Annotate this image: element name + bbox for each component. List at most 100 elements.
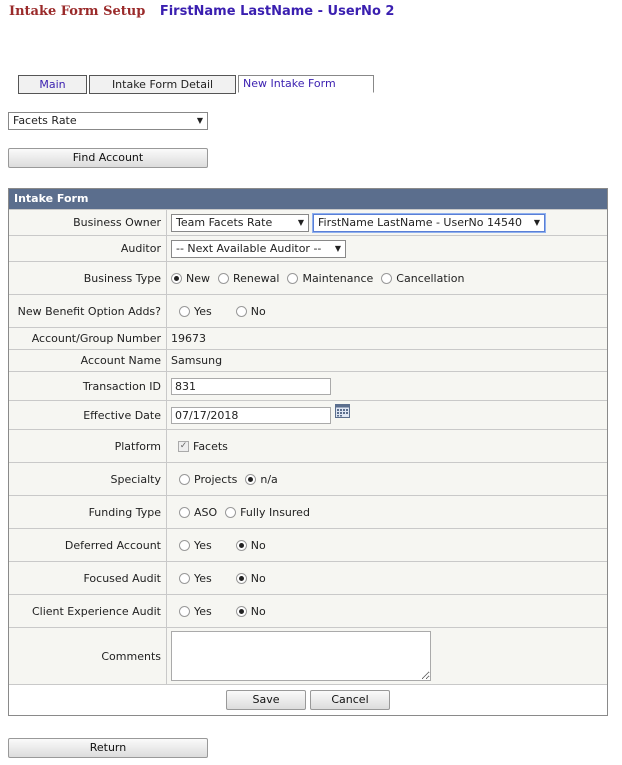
account-name-label: Account Name	[9, 350, 167, 371]
row-client-experience: Client Experience Audit Yes No	[9, 594, 607, 627]
effective-date-input[interactable]: 07/17/2018	[171, 406, 331, 424]
return-button[interactable]: Return	[8, 738, 208, 758]
plan-select-value: Facets Rate	[13, 114, 77, 127]
radio-label: No	[250, 571, 266, 585]
save-button[interactable]: Save	[226, 690, 306, 710]
radio-icon	[179, 473, 190, 485]
form-actions: Save Cancel	[9, 684, 607, 715]
comments-label: Comments	[9, 628, 167, 684]
focused-audit-yes[interactable]: Yes	[179, 572, 212, 585]
radio-icon	[245, 473, 257, 485]
auditor-select[interactable]: -- Next Available Auditor -- ▼	[171, 239, 346, 258]
radio-label: No	[250, 604, 266, 618]
radio-icon	[171, 272, 182, 284]
deferred-account-yes[interactable]: Yes	[179, 539, 212, 552]
business-type-maintenance[interactable]: Maintenance	[287, 272, 373, 285]
focused-audit-no[interactable]: No	[235, 571, 266, 585]
intake-form-title: Intake Form	[9, 189, 607, 209]
cancel-button[interactable]: Cancel	[310, 690, 390, 710]
row-account-name: Account Name Samsung	[9, 349, 607, 371]
row-account-number: Account/Group Number 19673	[9, 327, 607, 349]
client-experience-yes[interactable]: Yes	[179, 605, 212, 618]
radio-icon	[287, 272, 299, 284]
client-experience-no[interactable]: No	[235, 604, 266, 618]
funding-type-aso[interactable]: ASO	[179, 506, 217, 519]
tab-intake-form-detail[interactable]: Intake Form Detail	[89, 75, 236, 94]
radio-icon	[218, 272, 229, 284]
row-platform: Platform ✓ Facets	[9, 429, 607, 462]
row-benefit-adds: New Benefit Option Adds? Yes No	[9, 294, 607, 327]
auditor-select-value: -- Next Available Auditor --	[176, 241, 322, 255]
account-name-value: Samsung	[171, 354, 223, 367]
client-experience-label: Client Experience Audit	[9, 595, 167, 627]
radio-label: Yes	[194, 571, 212, 585]
tab-main[interactable]: Main	[18, 75, 87, 94]
radio-icon	[235, 605, 247, 617]
specialty-na[interactable]: n/a	[245, 473, 278, 486]
intake-form: Intake Form Business Owner Team Facets R…	[8, 188, 608, 716]
page-title: Intake Form Setup	[9, 4, 146, 19]
comments-textarea[interactable]	[171, 631, 431, 681]
radio-label: New	[186, 271, 210, 285]
deferred-account-no[interactable]: No	[235, 538, 266, 552]
radio-icon	[235, 305, 247, 317]
benefit-adds-no[interactable]: No	[235, 304, 266, 318]
transaction-id-input[interactable]: 831	[171, 377, 331, 395]
chevron-down-icon: ▼	[297, 217, 304, 227]
specialty-projects[interactable]: Projects	[179, 473, 237, 486]
radio-label: Renewal	[233, 271, 280, 285]
account-number-label: Account/Group Number	[9, 328, 167, 349]
platform-value: Facets	[193, 439, 228, 453]
chevron-down-icon: ▼	[533, 217, 540, 227]
radio-label: No	[250, 538, 266, 552]
transaction-id-label: Transaction ID	[9, 372, 167, 400]
plan-select[interactable]: Facets Rate ▼	[8, 112, 208, 130]
radio-icon	[179, 305, 190, 317]
radio-icon	[179, 605, 190, 617]
row-focused-audit: Focused Audit Yes No	[9, 561, 607, 594]
business-type-new[interactable]: New	[171, 272, 210, 285]
radio-label: Yes	[194, 304, 212, 318]
radio-label: Projects	[194, 472, 238, 486]
chevron-down-icon: ▼	[334, 243, 341, 253]
owner-select[interactable]: FirstName LastName - UserNo 14540 ▼	[313, 213, 545, 232]
radio-icon	[179, 506, 190, 518]
row-funding-type: Funding Type ASO Fully Insured	[9, 495, 607, 528]
deferred-account-label: Deferred Account	[9, 529, 167, 561]
row-transaction-id: Transaction ID 831	[9, 371, 607, 400]
radio-label: No	[250, 304, 266, 318]
business-type-renewal[interactable]: Renewal	[218, 272, 279, 285]
find-account-button[interactable]: Find Account	[8, 148, 208, 168]
radio-label: Yes	[194, 604, 212, 618]
business-type-label: Business Type	[9, 262, 167, 294]
radio-label: Cancellation	[396, 271, 465, 285]
radio-label: ASO	[194, 505, 218, 519]
effective-date-label: Effective Date	[9, 401, 167, 429]
radio-icon	[235, 572, 247, 584]
platform-checkbox: ✓	[178, 440, 189, 452]
auditor-label: Auditor	[9, 236, 167, 261]
page-header: Intake Form Setup FirstName LastName - U…	[9, 4, 394, 19]
funding-type-fully-insured[interactable]: Fully Insured	[225, 506, 310, 519]
funding-type-label: Funding Type	[9, 496, 167, 528]
radio-icon	[225, 506, 237, 518]
row-comments: Comments	[9, 627, 607, 684]
row-business-owner: Business Owner Team Facets Rate ▼ FirstN…	[9, 209, 607, 235]
radio-label: Fully Insured	[240, 505, 310, 519]
row-deferred-account: Deferred Account Yes No	[9, 528, 607, 561]
row-business-type: Business Type New Renewal Maintenance Ca…	[9, 261, 607, 294]
benefit-adds-yes[interactable]: Yes	[179, 305, 212, 318]
radio-icon	[179, 539, 190, 551]
radio-label: Maintenance	[302, 271, 374, 285]
benefit-adds-label: New Benefit Option Adds?	[9, 295, 167, 327]
tab-new-intake-form[interactable]: New Intake Form	[238, 75, 374, 93]
row-effective-date: Effective Date 07/17/2018	[9, 400, 607, 429]
owner-select-value: FirstName LastName - UserNo 14540	[318, 215, 522, 229]
calendar-icon[interactable]	[335, 404, 350, 418]
business-type-cancellation[interactable]: Cancellation	[381, 272, 464, 285]
row-auditor: Auditor -- Next Available Auditor -- ▼	[9, 235, 607, 261]
radio-label: Yes	[194, 538, 212, 552]
team-select[interactable]: Team Facets Rate ▼	[171, 213, 309, 232]
platform-label: Platform	[9, 430, 167, 462]
team-select-value: Team Facets Rate	[176, 215, 273, 229]
